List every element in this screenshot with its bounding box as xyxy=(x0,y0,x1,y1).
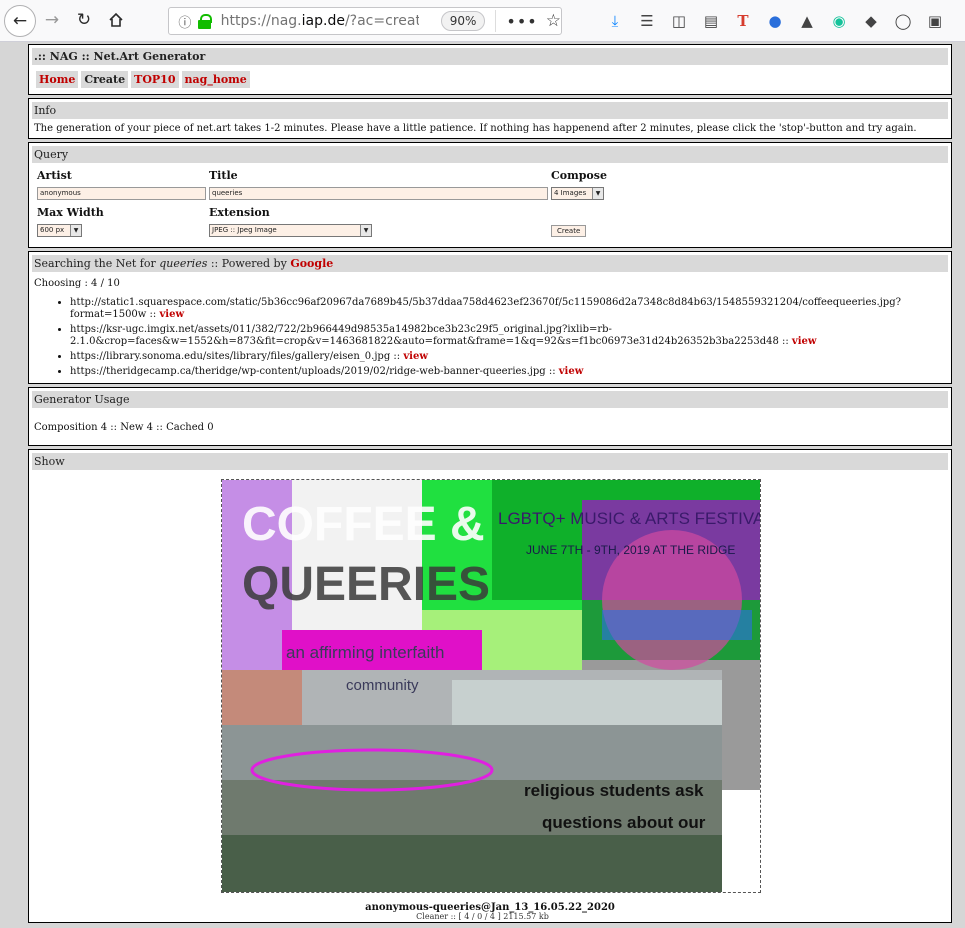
site-title: .:: NAG :: Net.Art Generator xyxy=(32,48,948,65)
artwork-collage: COFFEE & QUEERIES LGBTQ+ MUSIC & ARTS FE… xyxy=(222,480,761,892)
account-icon[interactable]: ◯ xyxy=(892,10,914,32)
view-link[interactable]: view xyxy=(403,351,428,362)
max-width-label: Max Width xyxy=(37,206,104,219)
chevron-down-icon: ▼ xyxy=(592,188,603,199)
usage-text: Composition 4 :: New 4 :: Cached 0 xyxy=(34,422,214,433)
info-box: Info The generation of your piece of net… xyxy=(28,98,952,139)
nav-create-link[interactable]: Create xyxy=(81,71,129,88)
results-list: http://static1.squarespace.com/static/5b… xyxy=(32,297,948,378)
artist-label: Artist xyxy=(37,169,72,182)
title-label: Title xyxy=(209,169,238,182)
list-item: https://ksr-ugc.imgix.net/assets/011/382… xyxy=(70,324,948,348)
extension-label: Extension xyxy=(209,206,270,219)
forward-button[interactable]: → xyxy=(38,6,66,34)
nav-top10-link[interactable]: TOP10 xyxy=(131,71,179,88)
translate-icon[interactable]: ● xyxy=(764,10,786,32)
home-icon xyxy=(109,12,123,27)
art-text-queeries: QUEERIES xyxy=(242,558,490,611)
art-text-date: JUNE 7TH - 9TH, 2019 AT THE RIDGE xyxy=(526,543,735,557)
url-separator xyxy=(495,10,497,32)
google-link[interactable]: Google xyxy=(290,257,333,270)
home-button[interactable] xyxy=(102,6,130,34)
result-url: https://ksr-ugc.imgix.net/assets/011/382… xyxy=(70,324,789,347)
info-text: The generation of your piece of net.art … xyxy=(34,123,917,134)
usage-title: Generator Usage xyxy=(32,391,948,408)
query-form: Artist anonymous Title queeries Compose … xyxy=(32,163,948,245)
footer-status: Cleaner :: [ 4 / 0 / 4 ] 2115.57 kb xyxy=(416,912,549,921)
arrow-right-icon: → xyxy=(44,10,60,30)
bookmark-star-icon[interactable]: ☆ xyxy=(546,11,561,31)
usage-box: Generator Usage Composition 4 :: New 4 :… xyxy=(28,387,952,446)
list-item: https://library.sonoma.edu/sites/library… xyxy=(70,351,948,363)
extension-select[interactable]: JPEG :: Jpeg Image ▼ xyxy=(209,224,372,237)
art-text-affirming: an affirming interfaith xyxy=(286,643,444,662)
reload-button[interactable]: ↻ xyxy=(70,6,98,34)
search-title: Searching the Net for queeries :: Powere… xyxy=(32,255,948,272)
show-box: Show COFFEE & QUEERIES LGBTQ+ MUSIC & AR… xyxy=(28,449,952,923)
title-input[interactable]: queeries xyxy=(209,187,548,200)
extension-icon[interactable]: ◆ xyxy=(860,10,882,32)
max-width-select[interactable]: 600 px ▼ xyxy=(37,224,82,237)
search-term: queeries xyxy=(159,257,208,270)
evernote-icon[interactable]: ▲ xyxy=(796,10,818,32)
arrow-left-icon: ← xyxy=(12,11,28,31)
compose-label: Compose xyxy=(551,169,607,182)
robot-icon[interactable]: ▣ xyxy=(924,10,946,32)
art-text-questions: questions about our xyxy=(542,813,706,832)
page-content: .:: NAG :: Net.Art Generator Home Create… xyxy=(28,44,952,926)
header-box: .:: NAG :: Net.Art Generator Home Create… xyxy=(28,44,952,95)
art-text-ask: religious students ask xyxy=(524,781,704,800)
extension-value: JPEG :: Jpeg Image xyxy=(212,226,277,234)
query-box: Query Artist anonymous Title queeries Co… xyxy=(28,142,952,248)
result-url: https://theridgecamp.ca/theridge/wp-cont… xyxy=(70,366,556,377)
zoom-indicator[interactable]: 90% xyxy=(440,11,486,31)
main-nav: Home Create TOP10 nag_home xyxy=(32,65,948,90)
back-button[interactable]: ← xyxy=(4,5,36,37)
artist-input[interactable]: anonymous xyxy=(37,187,206,200)
text-tool-icon[interactable]: T xyxy=(732,10,754,32)
art-text-coffee: COFFEE & xyxy=(242,498,485,551)
chevron-down-icon: ▼ xyxy=(360,225,371,236)
chevron-down-icon: ▼ xyxy=(70,225,81,236)
view-link[interactable]: view xyxy=(159,309,184,320)
compose-select[interactable]: 4 Images ▼ xyxy=(551,187,604,200)
art-text-festival: LGBTQ+ MUSIC & ARTS FESTIVAL xyxy=(498,509,761,528)
download-icon[interactable]: ⤓ xyxy=(604,10,626,32)
result-url: http://static1.squarespace.com/static/5b… xyxy=(70,297,901,320)
url-text[interactable]: https://nag.iap.de/?ac=create xyxy=(221,13,419,29)
view-link[interactable]: view xyxy=(559,366,584,377)
nav-home-link[interactable]: Home xyxy=(36,71,79,88)
search-box: Searching the Net for queeries :: Powere… xyxy=(28,251,952,384)
more-actions-icon[interactable]: ••• xyxy=(506,12,537,31)
browser-toolbar: ← → ↻ ⓘ https://nag.iap.de/?ac=create 90… xyxy=(0,0,965,42)
show-title: Show xyxy=(32,453,948,470)
reload-icon: ↻ xyxy=(76,10,92,30)
list-item: https://theridgecamp.ca/theridge/wp-cont… xyxy=(70,366,948,378)
reader-icon[interactable]: ▤ xyxy=(700,10,722,32)
query-title: Query xyxy=(32,146,948,163)
lock-icon[interactable] xyxy=(197,14,213,29)
info-icon[interactable]: ⓘ xyxy=(175,12,195,31)
url-bar[interactable]: ⓘ https://nag.iap.de/?ac=create 90% ••• … xyxy=(168,7,562,35)
grammarly-icon[interactable]: ◉ xyxy=(828,10,850,32)
choosing-status: Choosing : 4 / 10 xyxy=(34,278,120,289)
show-area: COFFEE & QUEERIES LGBTQ+ MUSIC & ARTS FE… xyxy=(32,470,948,918)
max-width-value: 600 px xyxy=(40,226,65,234)
nav-nag-home-link[interactable]: nag_home xyxy=(181,71,250,88)
generated-artwork[interactable]: COFFEE & QUEERIES LGBTQ+ MUSIC & ARTS FE… xyxy=(221,479,761,893)
library-icon[interactable]: ☰ xyxy=(636,10,658,32)
info-title: Info xyxy=(32,102,948,119)
list-item: http://static1.squarespace.com/static/5b… xyxy=(70,297,948,321)
create-button[interactable]: Create xyxy=(551,225,587,237)
art-text-community: community xyxy=(346,677,419,694)
view-link[interactable]: view xyxy=(792,336,817,347)
result-url: https://library.sonoma.edu/sites/library… xyxy=(70,351,401,362)
compose-value: 4 Images xyxy=(554,189,587,197)
sidebar-icon[interactable]: ◫ xyxy=(668,10,690,32)
